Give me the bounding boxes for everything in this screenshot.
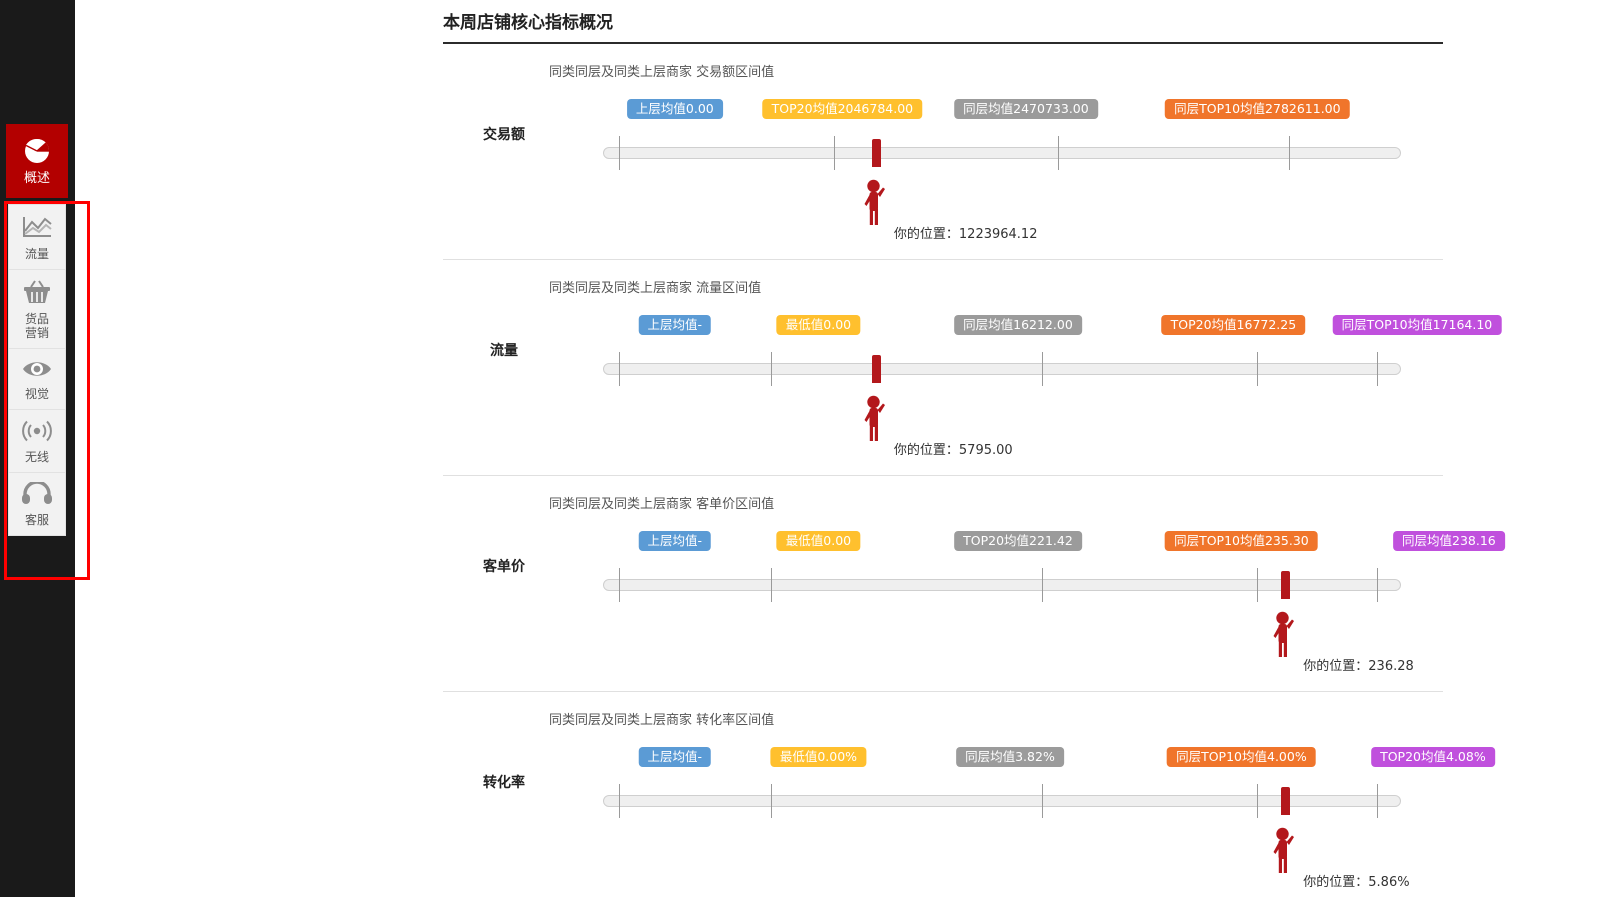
benchmark-badge: 最低值0.00 [776, 315, 861, 335]
your-position-group: 你的位置：5795.00 [443, 395, 1443, 465]
headset-icon [21, 480, 53, 510]
eye-icon [21, 358, 53, 384]
sidebar-item-wireless-label: 无线 [24, 450, 49, 464]
sidebar-item-customer-service-label: 客服 [24, 513, 49, 527]
slider-tick [1257, 352, 1259, 386]
benchmark-badge: TOP20均值4.08% [1371, 747, 1495, 767]
benchmark-badge: 同层均值2470733.00 [954, 99, 1098, 119]
benchmark-badge: 上层均值0.00 [626, 99, 723, 119]
person-icon [1272, 827, 1298, 877]
pie-chart-icon [22, 136, 52, 170]
your-position-label: 你的位置：236.28 [1303, 659, 1414, 674]
metric-list: 同类同层及同类上层商家 交易额区间值 交易额 上层均值0.00 TOP20均值2046… [443, 44, 1505, 897]
metric-caption: 同类同层及同类上层商家 交易额区间值 [549, 65, 775, 80]
benchmark-badge: 同层均值3.82% [956, 747, 1064, 767]
person-icon [863, 395, 889, 445]
slider-tick [1257, 568, 1259, 602]
benchmark-badge: 同层均值16212.00 [954, 315, 1082, 335]
slider-tick [618, 568, 620, 602]
range-slider [443, 349, 1443, 389]
benchmark-badge-row: 上层均值0.00 TOP20均值2046784.00 同层均值2470733.00 同… [443, 99, 1443, 127]
sidebar-item-overview[interactable]: 概述 [6, 124, 68, 198]
sidebar-item-visual-label: 视觉 [24, 387, 49, 401]
benchmark-badge: 同层TOP10均值235.30 [1165, 531, 1318, 551]
benchmark-badge: TOP20均值16772.25 [1161, 315, 1306, 335]
your-position-group: 你的位置：1223964.12 [443, 179, 1443, 249]
metric-row: 同类同层及同类上层商家 客单价区间值 客单价 上层均值- 最低值0.00 TOP20均值… [443, 476, 1505, 692]
your-position-label: 你的位置：5795.00 [893, 443, 1013, 458]
your-position-marker[interactable] [871, 355, 881, 383]
metric-caption: 同类同层及同类上层商家 流量区间值 [549, 281, 762, 296]
slider-track [603, 147, 1401, 159]
person-icon [863, 179, 889, 229]
sidebar-item-overview-label: 概述 [23, 171, 50, 186]
page-title: 本周店铺核心指标概况 [443, 0, 1443, 44]
sidebar-item-customer-service[interactable]: 客服 [9, 473, 65, 535]
your-position-group: 你的位置：236.28 [443, 611, 1443, 681]
slider-tick [1041, 352, 1043, 386]
benchmark-badge: 上层均值- [638, 531, 712, 551]
slider-tick [1289, 136, 1291, 170]
benchmark-badge-row: 上层均值- 最低值0.00 同层均值16212.00 TOP20均值16772.25 同… [443, 315, 1502, 343]
metric-row: 同类同层及同类上层商家 流量区间值 流量 上层均值- 最低值0.00 同层均值16212… [443, 260, 1502, 476]
benchmark-badge-row: 上层均值- 最低值0.00% 同层均值3.82% 同层TOP10均值4.00% TOP2… [443, 747, 1495, 775]
your-position-marker[interactable] [1281, 571, 1291, 599]
your-position-marker[interactable] [871, 139, 881, 167]
metric-row: 同类同层及同类上层商家 转化率区间值 转化率 上层均值- 最低值0.00% 同层均值3.… [443, 692, 1495, 897]
slider-tick [1377, 568, 1379, 602]
metric-row: 同类同层及同类上层商家 交易额区间值 交易额 上层均值0.00 TOP20均值2046… [443, 44, 1443, 260]
slider-tick [1057, 136, 1059, 170]
sidebar-item-traffic-label: 流量 [24, 247, 49, 261]
sidebar-item-goods-marketing-label: 货品 营销 [24, 312, 49, 340]
slider-tick [1041, 568, 1043, 602]
line-chart-icon [21, 214, 53, 244]
benchmark-badge: 最低值0.00 [776, 531, 861, 551]
slider-tick [1257, 784, 1259, 818]
slider-tick [770, 352, 772, 386]
sidebar-item-visual[interactable]: 视觉 [9, 349, 65, 410]
benchmark-badge: 同层均值238.16 [1393, 531, 1505, 551]
sidebar-item-goods-marketing[interactable]: 货品 营销 [9, 270, 65, 349]
benchmark-badge: 同层TOP10均值17164.10 [1332, 315, 1502, 335]
slider-tick [618, 136, 620, 170]
benchmark-badge-row: 上层均值- 最低值0.00 TOP20均值221.42 同层TOP10均值235.30… [443, 531, 1505, 559]
slider-tick [1377, 352, 1379, 386]
benchmark-badge: 同层TOP10均值4.00% [1167, 747, 1316, 767]
basket-icon [22, 279, 52, 309]
slider-tick [618, 784, 620, 818]
your-position-label: 你的位置：5.86% [1303, 875, 1410, 890]
your-position-group: 你的位置：5.86% [443, 827, 1443, 897]
benchmark-badge: 同层TOP10均值2782611.00 [1165, 99, 1350, 119]
benchmark-badge: TOP20均值221.42 [954, 531, 1082, 551]
your-position-marker[interactable] [1281, 787, 1291, 815]
main-content: 本周店铺核心指标概况 同类同层及同类上层商家 交易额区间值 交易额 上层均值0.00… [443, 0, 1505, 897]
person-icon [1272, 611, 1298, 661]
your-position-label: 你的位置：1223964.12 [893, 227, 1038, 242]
benchmark-badge: 上层均值- [638, 747, 712, 767]
left-sidebar: 概述 流量 货品 营销 视觉 无线 客服 [0, 0, 90, 897]
range-slider [443, 133, 1443, 173]
slider-tick [618, 352, 620, 386]
wireless-icon [21, 419, 53, 447]
sidebar-item-traffic[interactable]: 流量 [9, 205, 65, 270]
slider-tick [1041, 784, 1043, 818]
slider-tick [770, 568, 772, 602]
slider-track [603, 363, 1401, 375]
metric-caption: 同类同层及同类上层商家 转化率区间值 [549, 713, 775, 728]
range-slider [443, 565, 1443, 605]
slider-tick [834, 136, 836, 170]
benchmark-badge: 上层均值- [638, 315, 712, 335]
sidebar-menu-group: 流量 货品 营销 视觉 无线 客服 [8, 204, 66, 536]
sidebar-item-wireless[interactable]: 无线 [9, 410, 65, 473]
benchmark-badge: 最低值0.00% [770, 747, 867, 767]
benchmark-badge: TOP20均值2046784.00 [762, 99, 923, 119]
slider-tick [770, 784, 772, 818]
metric-caption: 同类同层及同类上层商家 客单价区间值 [549, 497, 775, 512]
slider-tick [1377, 784, 1379, 818]
range-slider [443, 781, 1443, 821]
